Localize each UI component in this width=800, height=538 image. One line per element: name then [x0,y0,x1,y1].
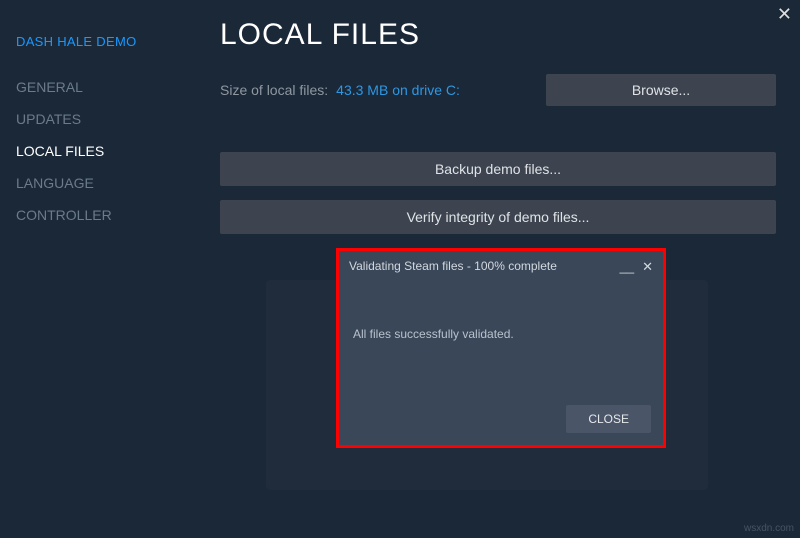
dialog-close-icon[interactable]: ✕ [642,260,653,273]
validation-dialog: Validating Steam files - 100% complete _… [336,248,666,448]
verify-button[interactable]: Verify integrity of demo files... [220,200,776,234]
size-label: Size of local files: [220,82,328,98]
watermark: wsxdn.com [744,523,794,534]
sidebar-item-updates[interactable]: UPDATES [16,103,184,135]
sidebar-item-language[interactable]: LANGUAGE [16,167,184,199]
size-row: Size of local files: 43.3 MB on drive C:… [220,74,776,106]
dialog-footer: CLOSE [339,359,663,445]
sidebar-item-general[interactable]: GENERAL [16,71,184,103]
close-icon[interactable]: ✕ [777,4,792,25]
dialog-title: Validating Steam files - 100% complete [349,259,612,273]
sidebar: DASH HALE DEMO GENERAL UPDATES LOCAL FIL… [0,0,200,538]
sidebar-item-controller[interactable]: CONTROLLER [16,199,184,231]
backup-button[interactable]: Backup demo files... [220,152,776,186]
size-value-link[interactable]: 43.3 MB on drive C: [336,82,460,98]
app-title: DASH HALE DEMO [16,34,184,49]
browse-button[interactable]: Browse... [546,74,776,106]
dialog-body: All files successfully validated. [339,281,663,359]
main-content: LOCAL FILES Size of local files: 43.3 MB… [220,18,776,248]
sidebar-item-local-files[interactable]: LOCAL FILES [16,135,184,167]
minimize-icon[interactable]: __ [620,260,634,273]
close-button[interactable]: CLOSE [566,405,651,433]
dialog-titlebar: Validating Steam files - 100% complete _… [339,251,663,281]
page-title: LOCAL FILES [220,18,776,52]
